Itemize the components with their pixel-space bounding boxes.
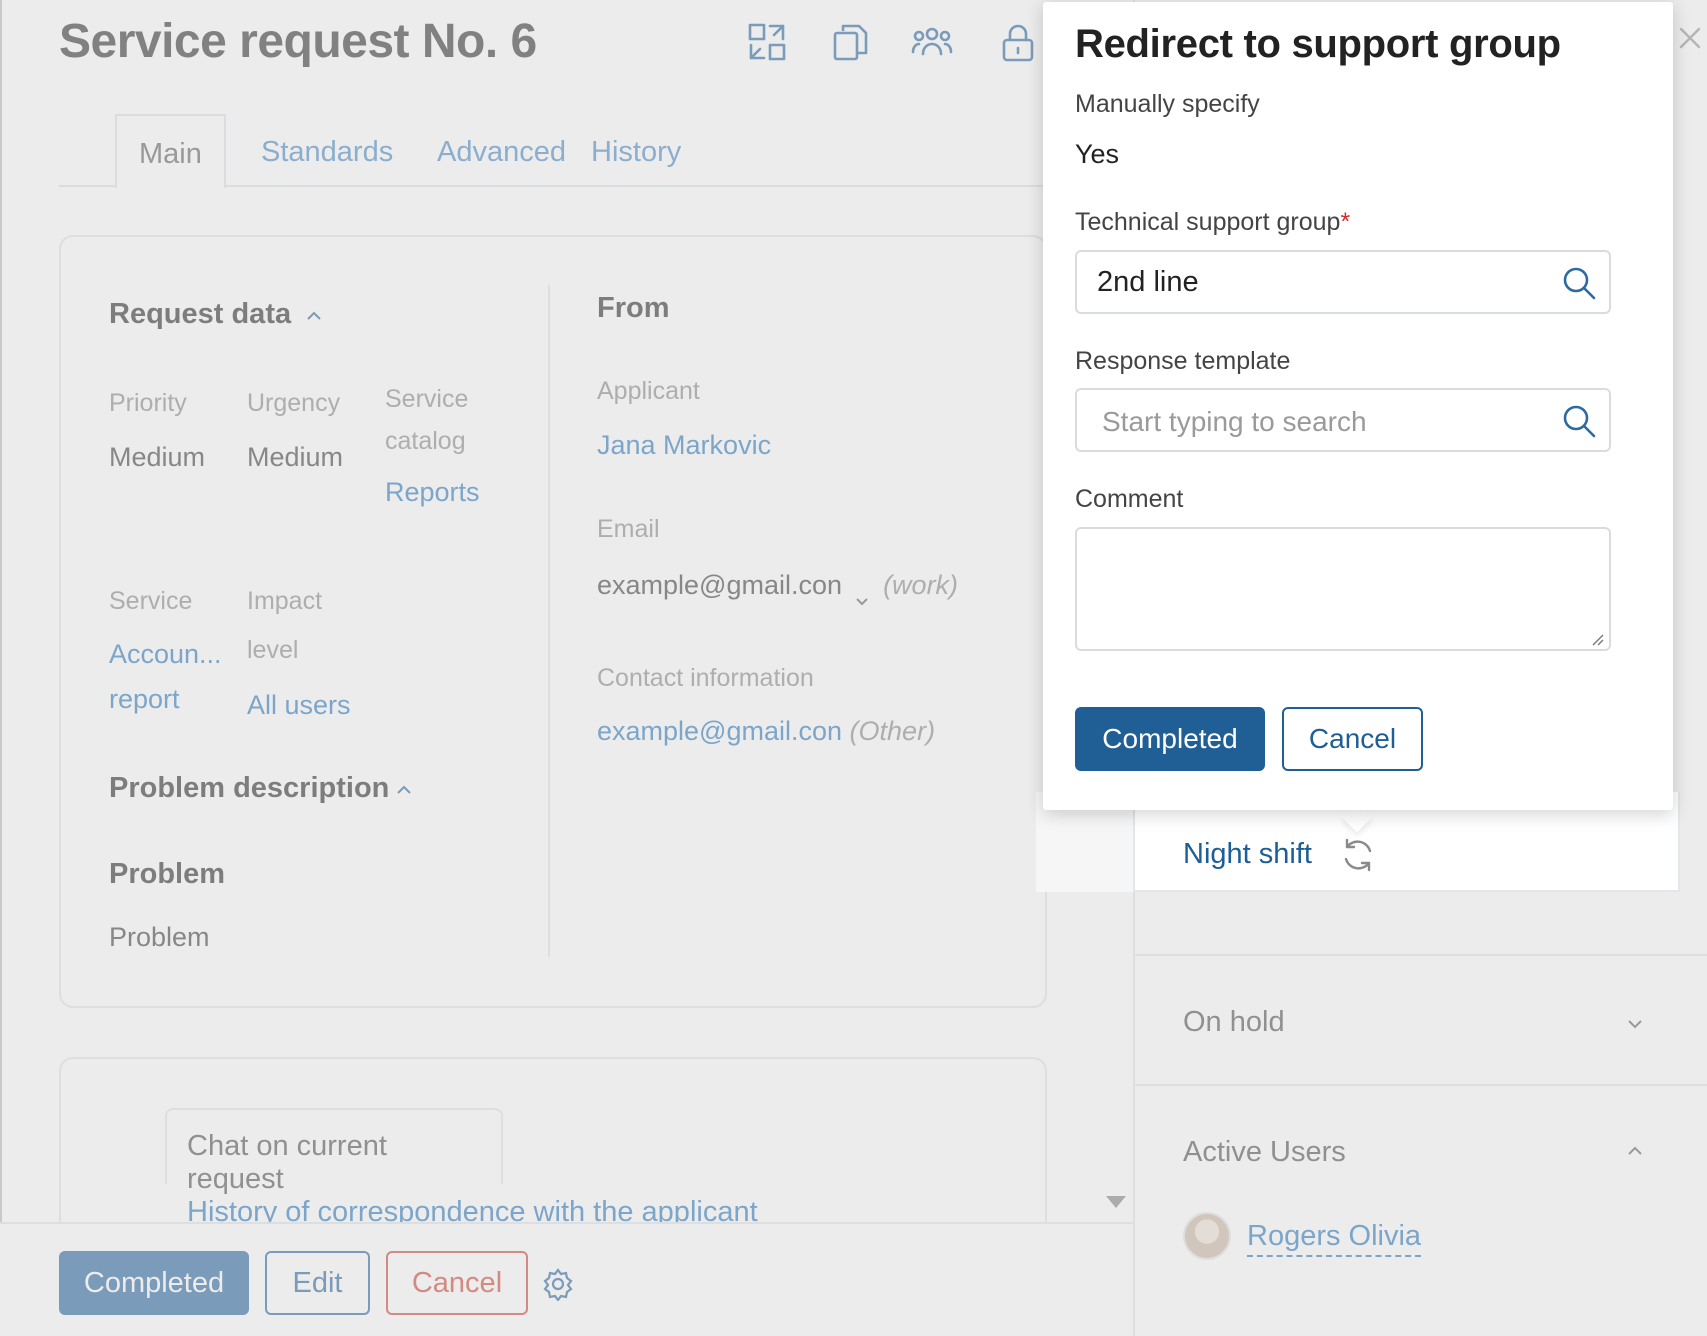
response-template-field[interactable]: Start typing to search — [1075, 388, 1611, 452]
manually-specify-value: Yes — [1075, 139, 1120, 169]
support-group-label: Technical support group* — [1075, 208, 1350, 237]
support-group-label-text: Technical support group — [1075, 208, 1341, 236]
night-shift-link[interactable]: Night shift — [1183, 838, 1312, 871]
support-group-value: 2nd line — [1097, 266, 1199, 298]
manually-specify-label: Manually specify — [1075, 90, 1260, 118]
popup-title: Redirect to support group — [1075, 22, 1561, 66]
refresh-icon[interactable] — [1339, 836, 1377, 874]
response-template-placeholder: Start typing to search — [1102, 406, 1367, 437]
search-icon[interactable] — [1561, 265, 1597, 301]
required-mark: * — [1340, 208, 1351, 236]
popup-completed-button[interactable]: Completed — [1075, 707, 1265, 771]
response-template-label: Response template — [1075, 347, 1291, 375]
comment-textarea[interactable] — [1075, 527, 1611, 651]
resize-handle-icon[interactable] — [1590, 632, 1604, 646]
support-group-field[interactable]: 2nd line — [1075, 250, 1611, 314]
comment-label: Comment — [1075, 485, 1184, 513]
popup-cancel-button[interactable]: Cancel — [1282, 707, 1423, 771]
search-icon[interactable] — [1561, 403, 1597, 439]
